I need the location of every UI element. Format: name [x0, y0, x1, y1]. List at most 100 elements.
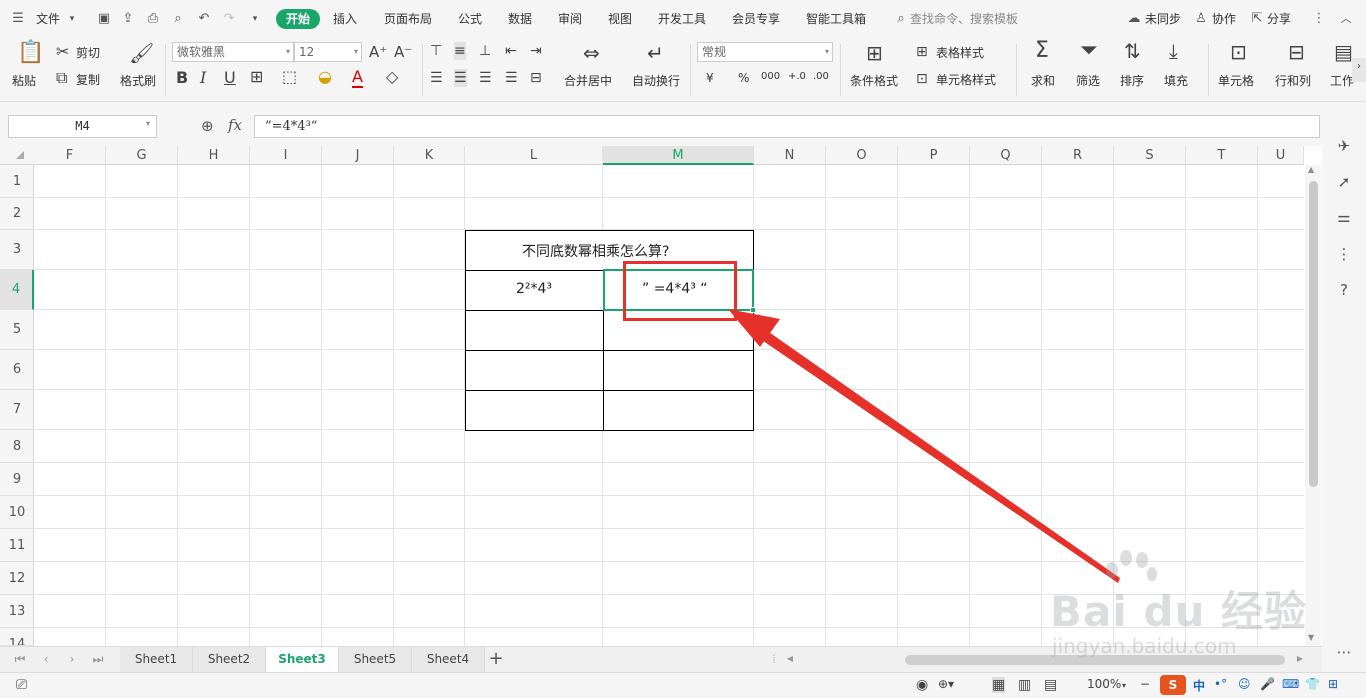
last-sheet-icon[interactable]: ⏭ [90, 651, 106, 667]
wrap-text-icon[interactable]: ↵ [647, 43, 664, 63]
macro-record-icon[interactable]: ⎚ [16, 677, 27, 693]
col-header-k[interactable]: K [394, 146, 465, 165]
thousands-button[interactable]: 000 [761, 71, 780, 82]
tab-splitter-icon[interactable]: ⁞ [766, 651, 782, 667]
more-icon[interactable]: ⋮ [1311, 11, 1327, 27]
chevron-down-icon[interactable]: ▾ [146, 119, 150, 128]
next-sheet-icon[interactable]: › [64, 651, 80, 667]
format-panel-icon[interactable]: ⋮ [1334, 244, 1354, 264]
increase-indent-icon[interactable]: ⇥ [530, 42, 542, 60]
col-header-m[interactable]: M [603, 146, 754, 165]
table-style-button[interactable]: 表格样式 [936, 44, 984, 61]
zoom-icon[interactable]: ⊕ [201, 117, 214, 135]
sum-button[interactable]: 求和 [1031, 72, 1055, 89]
currency-button[interactable]: ¥ [706, 71, 714, 85]
save-icon[interactable]: ▣ [96, 11, 112, 27]
font-size-select[interactable]: 12 ▾ [294, 42, 362, 62]
print-icon[interactable]: ⎙ [145, 11, 161, 27]
collaborate-icon[interactable]: ♙ [1193, 11, 1209, 27]
border-icon[interactable]: ⊞ [250, 68, 263, 86]
italic-button[interactable]: I [200, 69, 206, 87]
row-header-1[interactable]: 1 [0, 165, 34, 198]
row-header-5[interactable]: 5 [0, 310, 34, 350]
row-header-11[interactable]: 11 [0, 529, 34, 562]
align-bottom-icon[interactable]: ⊥ [479, 42, 491, 60]
collaborate-button[interactable]: 协作 [1212, 10, 1236, 28]
customize-chevron-icon[interactable]: ▾ [247, 11, 263, 27]
col-header-n[interactable]: N [754, 146, 826, 165]
filter-icon[interactable]: ⏷ [1080, 40, 1098, 62]
col-header-h[interactable]: H [178, 146, 250, 165]
tab-formulas[interactable]: 公式 [458, 10, 482, 28]
copy-button[interactable]: 复制 [76, 71, 100, 88]
paste-icon[interactable]: 📋 [17, 42, 44, 64]
tab-home[interactable]: 开始 [276, 9, 321, 29]
sort-button[interactable]: 排序 [1120, 72, 1144, 89]
tab-developer[interactable]: 开发工具 [658, 10, 706, 28]
scroll-up-icon[interactable]: ▲ [1308, 165, 1314, 174]
sheet-tab-sheet2[interactable]: Sheet2 [193, 647, 266, 672]
align-center-icon[interactable]: ☰ [454, 69, 467, 87]
sort-icon[interactable]: ⇅ [1124, 41, 1141, 61]
row-header-6[interactable]: 6 [0, 350, 34, 390]
export-icon[interactable]: ⇪ [120, 11, 136, 27]
col-header-u[interactable]: U [1258, 146, 1304, 165]
row-header-8[interactable]: 8 [0, 430, 34, 463]
fill-shape-icon[interactable]: ⬚ [282, 68, 297, 86]
select-all-corner[interactable] [16, 151, 24, 159]
row-header-10[interactable]: 10 [0, 496, 34, 529]
percent-button[interactable]: % [738, 71, 749, 85]
prev-sheet-icon[interactable]: ‹ [38, 651, 54, 667]
paste-button[interactable]: 粘贴 [12, 72, 36, 89]
scroll-down-icon[interactable]: ▼ [1308, 633, 1314, 642]
command-search[interactable]: 查找命令、搜索模板 [910, 10, 1018, 28]
bold-button[interactable]: B [176, 69, 188, 87]
name-box[interactable]: M4 [8, 115, 157, 138]
decrease-indent-icon[interactable]: ⇤ [505, 42, 517, 60]
col-header-t[interactable]: T [1186, 146, 1258, 165]
conditional-format-button[interactable]: 条件格式 [850, 72, 898, 89]
worksheet-icon[interactable]: ▤ [1334, 42, 1353, 62]
clear-format-icon[interactable]: ◇ [386, 68, 398, 86]
format-painter-button[interactable]: 格式刷 [120, 72, 156, 89]
function-icon[interactable]: fx [228, 116, 242, 134]
redo-icon[interactable]: ↷ [221, 11, 237, 27]
align-middle-icon[interactable]: ≡ [454, 42, 466, 60]
settings-sliders-icon[interactable]: ⚌ [1334, 207, 1354, 227]
rows-cols-icon[interactable]: ⊟ [1288, 42, 1305, 62]
page-break-view-icon[interactable]: ▤ [1044, 677, 1057, 693]
underline-button[interactable]: U [224, 69, 236, 87]
eye-protection-icon[interactable]: ◉ [916, 677, 928, 693]
sheet-tab-sheet1[interactable]: Sheet1 [120, 647, 193, 672]
col-header-o[interactable]: O [826, 146, 898, 165]
tab-insert[interactable]: 插入 [333, 10, 357, 28]
fill-button[interactable]: 填充 [1164, 72, 1188, 89]
row-header-14[interactable]: 14 [0, 628, 34, 646]
ime-emoji-icon[interactable]: ☺ [1238, 677, 1251, 691]
col-header-i[interactable]: I [250, 146, 322, 165]
ime-punctuation-icon[interactable]: •° [1214, 677, 1227, 691]
row-header-12[interactable]: 12 [0, 562, 34, 595]
worksheet-button[interactable]: 工作 [1330, 72, 1354, 89]
zoom-out-icon[interactable]: − [1140, 677, 1150, 691]
number-format-select[interactable]: 常规 ▾ [697, 42, 833, 62]
col-header-f[interactable]: F [34, 146, 106, 165]
conditional-format-icon[interactable]: ⊞ [866, 43, 883, 63]
cursor-select-icon[interactable]: ➚ [1334, 172, 1354, 192]
share-button[interactable]: 分享 [1267, 10, 1291, 28]
align-right-icon[interactable]: ☰ [479, 69, 492, 87]
decrease-decimal-button[interactable]: .00 [813, 71, 829, 82]
increase-font-icon[interactable]: A⁺ [369, 43, 387, 61]
zoom-dropdown-icon[interactable]: ▾ [1122, 681, 1126, 690]
first-sheet-icon[interactable]: ⏮ [12, 651, 28, 667]
col-header-g[interactable]: G [106, 146, 178, 165]
tab-review[interactable]: 审阅 [558, 10, 582, 28]
row-header-7[interactable]: 7 [0, 390, 34, 430]
sum-icon[interactable]: Σ [1035, 40, 1049, 62]
vertical-scrollbar[interactable]: ▲ ▼ [1305, 165, 1321, 646]
cell-style-button[interactable]: 单元格样式 [936, 71, 996, 88]
row-header-9[interactable]: 9 [0, 463, 34, 496]
ribbon-scroll-right-icon[interactable]: › [1352, 58, 1366, 82]
undo-icon[interactable]: ↶ [196, 11, 212, 27]
ime-menu-icon[interactable]: ⊞ [1328, 677, 1338, 691]
